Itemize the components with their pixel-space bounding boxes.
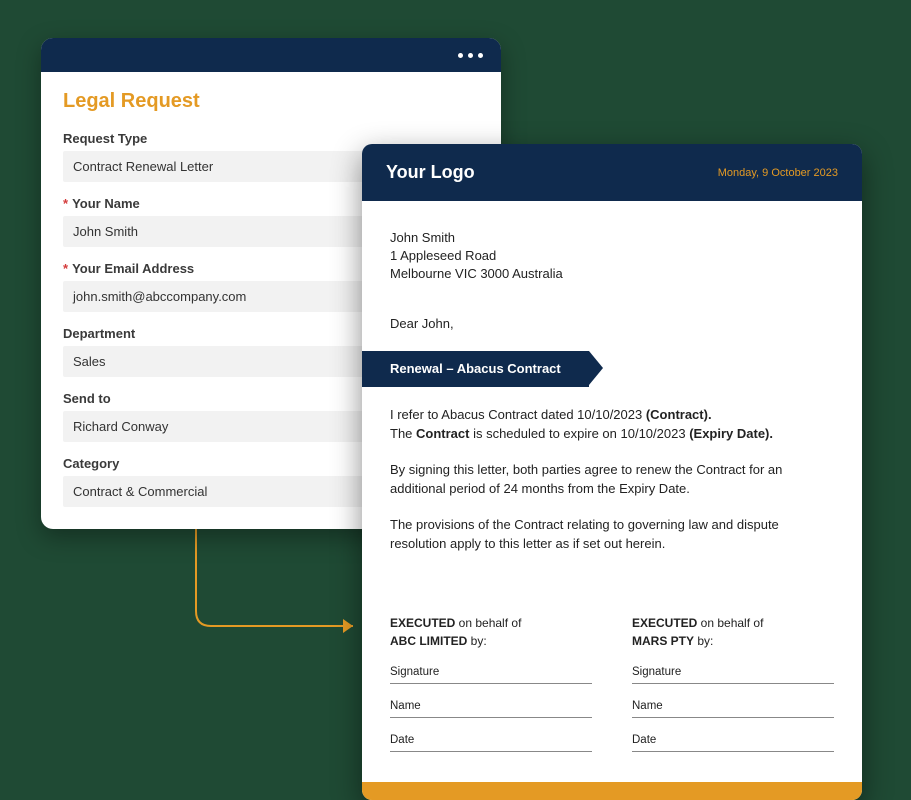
- signature-block-right: EXECUTED on behalf of MARS PTY by: Signa…: [632, 614, 834, 763]
- letter-date: Monday, 9 October 2023: [718, 167, 838, 179]
- signature-line: Signature: [632, 660, 834, 684]
- recipient-line1: 1 Appleseed Road: [390, 247, 834, 265]
- window-dots-icon: [458, 53, 483, 58]
- form-title: Legal Request: [63, 90, 479, 113]
- signature-line: Signature: [390, 660, 592, 684]
- date-line: Date: [390, 728, 592, 752]
- name-line: Name: [390, 694, 592, 718]
- letter-document: Your Logo Monday, 9 October 2023 John Sm…: [362, 144, 862, 800]
- recipient-line2: Melbourne VIC 3000 Australia: [390, 265, 834, 283]
- paragraph-2: By signing this letter, both parties agr…: [390, 460, 834, 499]
- letter-footer-bar: [362, 782, 862, 800]
- required-asterisk: *: [63, 261, 68, 276]
- subject-banner: Renewal – Abacus Contract: [362, 351, 589, 387]
- letter-header: Your Logo Monday, 9 October 2023: [362, 144, 862, 201]
- recipient-name: John Smith: [390, 229, 834, 247]
- name-line: Name: [632, 694, 834, 718]
- recipient-address: John Smith 1 Appleseed Road Melbourne VI…: [390, 229, 834, 284]
- paragraph-3: The provisions of the Contract relating …: [390, 515, 834, 554]
- letter-logo: Your Logo: [386, 162, 475, 183]
- required-asterisk: *: [63, 196, 68, 211]
- signature-block-left: EXECUTED on behalf of ABC LIMITED by: Si…: [390, 614, 592, 763]
- date-line: Date: [632, 728, 834, 752]
- paragraph-1: I refer to Abacus Contract dated 10/10/2…: [390, 405, 834, 444]
- form-window-header: [41, 38, 501, 72]
- greeting: Dear John,: [390, 314, 834, 334]
- signature-row: EXECUTED on behalf of ABC LIMITED by: Si…: [390, 614, 834, 763]
